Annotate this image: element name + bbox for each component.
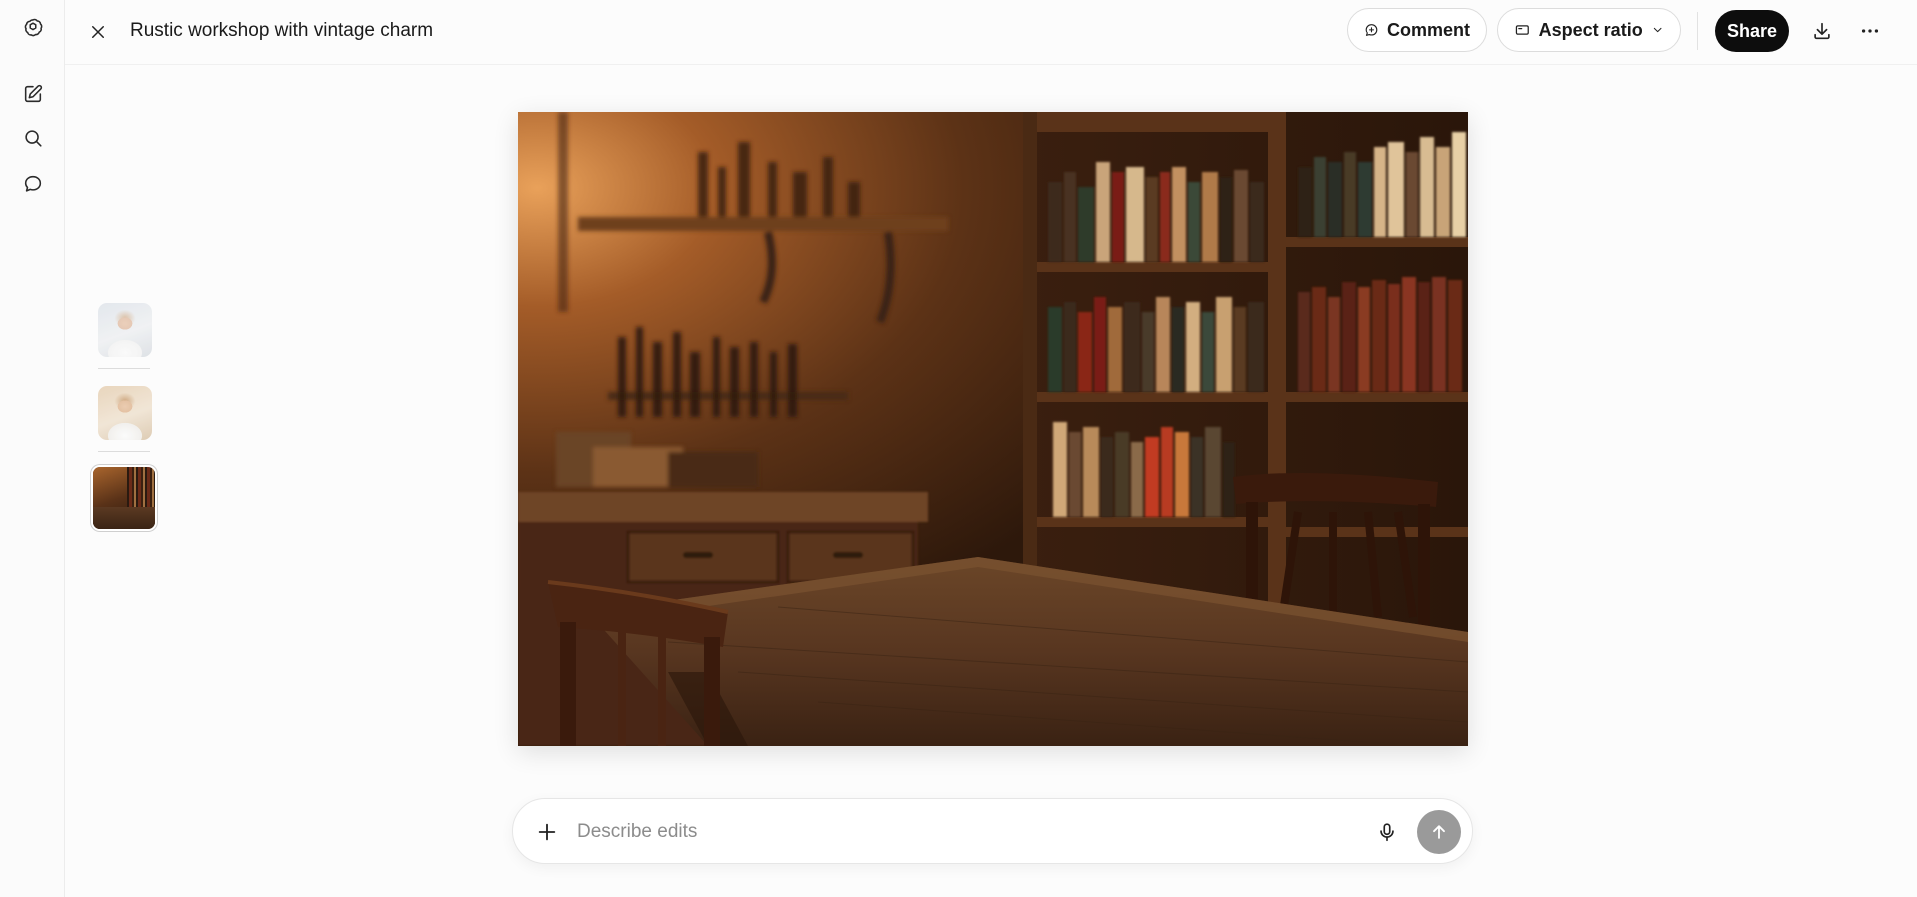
thumbnail-divider [98, 451, 150, 452]
comment-add-icon [1365, 24, 1378, 36]
describe-edits-input[interactable] [577, 817, 1337, 847]
edit-composer [512, 798, 1473, 864]
image-editor: Rustic workshop with vintage charm Comme… [0, 0, 1917, 897]
generated-image [518, 112, 1468, 746]
arrow-up-icon [1433, 825, 1445, 839]
comment-button[interactable]: Comment [1347, 8, 1487, 52]
aspect-ratio-icon [1515, 25, 1529, 35]
plus-icon[interactable] [531, 816, 563, 848]
left-sidebar [0, 0, 65, 897]
microphone-icon[interactable] [1371, 816, 1403, 848]
thumbnail-divider [98, 368, 150, 369]
share-button[interactable]: Share [1715, 10, 1789, 52]
history-thumbnail-3-selected[interactable] [91, 465, 157, 531]
download-icon[interactable] [1804, 13, 1840, 49]
openai-logo-icon[interactable] [17, 12, 49, 44]
close-icon[interactable] [81, 15, 115, 49]
header-divider [1697, 12, 1698, 50]
new-chat-icon[interactable] [17, 78, 49, 110]
comment-label: Comment [1386, 19, 1470, 40]
search-icon[interactable] [17, 122, 49, 154]
history-thumbnail-2[interactable] [98, 386, 152, 440]
aspect-ratio-label: Aspect ratio [1538, 19, 1643, 40]
more-horizontal-icon[interactable] [1852, 13, 1888, 49]
aspect-ratio-button[interactable]: Aspect ratio [1497, 8, 1681, 52]
chevron-down-icon [1653, 27, 1662, 33]
top-bar: Rustic workshop with vintage charm Comme… [65, 0, 1917, 65]
page-title: Rustic workshop with vintage charm [130, 20, 434, 41]
history-thumbnail-1[interactable] [98, 303, 152, 357]
chat-bubble-icon[interactable] [17, 168, 49, 200]
send-button[interactable] [1417, 810, 1461, 854]
